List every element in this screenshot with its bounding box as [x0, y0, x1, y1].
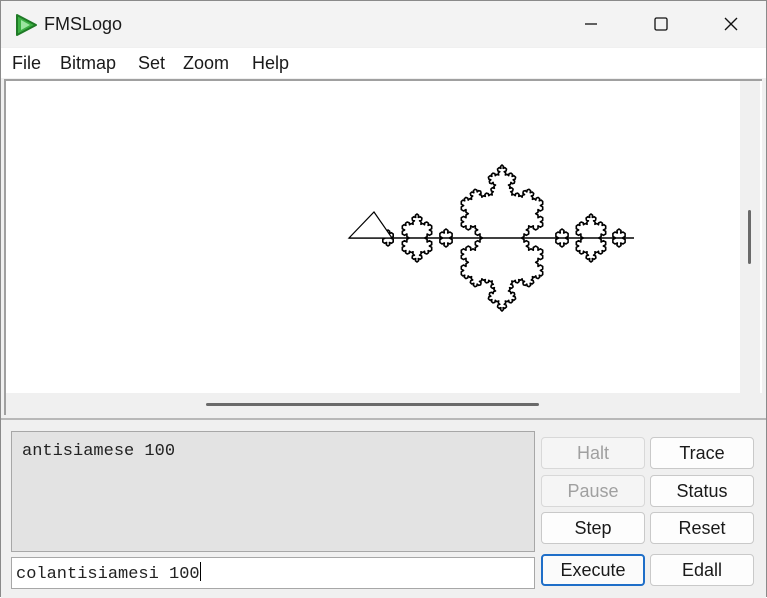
title-bar[interactable]: FMSLogo	[1, 1, 766, 47]
command-history[interactable]: antisiamese 100	[11, 431, 535, 552]
history-line[interactable]: antisiamese 100	[22, 442, 175, 461]
turtle-graphics	[347, 164, 634, 312]
minimize-button[interactable]	[556, 1, 626, 47]
pause-button[interactable]: Pause	[541, 475, 645, 507]
step-button[interactable]: Step	[541, 512, 645, 544]
close-icon	[724, 17, 738, 31]
command-input[interactable]: colantisiamesi 100	[11, 557, 535, 589]
vertical-scroll-thumb[interactable]	[748, 210, 751, 264]
menu-set[interactable]: Set	[138, 53, 165, 74]
text-caret	[199, 562, 201, 581]
reset-button[interactable]: Reset	[650, 512, 754, 544]
minimize-icon	[585, 23, 597, 25]
menu-bitmap[interactable]: Bitmap	[60, 53, 116, 74]
window-title: FMSLogo	[44, 14, 123, 34]
command-input-text: colantisiamesi 100	[16, 565, 200, 584]
halt-button[interactable]: Halt	[541, 437, 645, 469]
turtle-triangle	[347, 211, 394, 239]
fmslogo-app-icon	[16, 14, 37, 36]
horizontal-scrollbar[interactable]	[6, 393, 762, 415]
commander-panel: antisiamese 100 colantisiamesi 100 Halt …	[1, 418, 766, 598]
drawing-canvas[interactable]	[4, 79, 762, 415]
fmslogo-window: FMSLogo File Bitmap Set Zoom Help antisi…	[0, 0, 767, 598]
vertical-scrollbar[interactable]	[740, 81, 760, 393]
maximize-icon	[654, 17, 668, 31]
close-button[interactable]	[696, 1, 766, 47]
trace-button[interactable]: Trace	[650, 437, 754, 469]
menu-file[interactable]: File	[12, 53, 41, 74]
maximize-button[interactable]	[626, 1, 696, 47]
horizontal-scroll-thumb[interactable]	[206, 403, 539, 406]
status-button[interactable]: Status	[650, 475, 754, 507]
menu-help[interactable]: Help	[252, 53, 289, 74]
menu-bar: File Bitmap Set Zoom Help	[1, 48, 766, 78]
execute-button[interactable]: Execute	[541, 554, 645, 586]
edall-button[interactable]: Edall	[650, 554, 754, 586]
menu-zoom[interactable]: Zoom	[183, 53, 229, 74]
